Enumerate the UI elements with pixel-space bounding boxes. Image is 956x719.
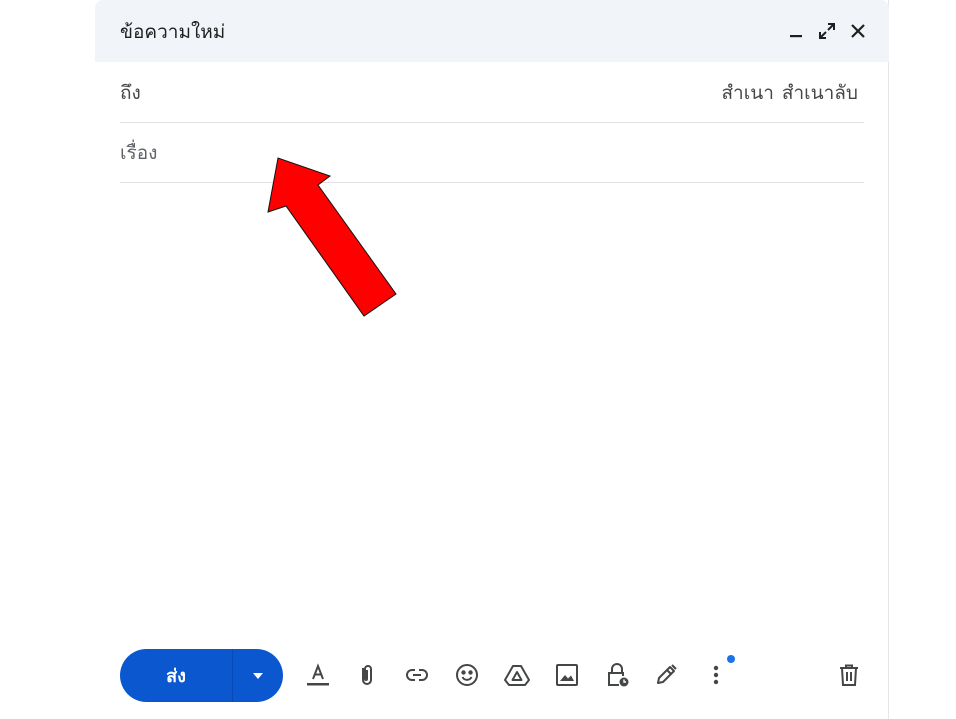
subject-placeholder: เรื่อง xyxy=(120,142,158,164)
bcc-link[interactable]: สำเนาลับ xyxy=(782,82,858,104)
cc-bcc-links: สำเนา สำเนาลับ xyxy=(713,80,858,106)
image-icon[interactable] xyxy=(552,660,582,690)
close-icon[interactable] xyxy=(847,20,869,42)
format-text-icon[interactable] xyxy=(303,660,333,690)
compose-window: ข้อความใหม่ ถึง สำเนา สำเนาลับ เรื่อง xyxy=(95,0,889,719)
send-button[interactable]: ส่ง xyxy=(120,649,232,702)
cc-link[interactable]: สำเนา xyxy=(721,82,773,104)
emoji-icon[interactable] xyxy=(452,660,482,690)
compose-header: ข้อความใหม่ xyxy=(95,0,889,62)
chevron-down-icon xyxy=(253,672,263,679)
trash-icon[interactable] xyxy=(834,660,864,690)
expand-icon[interactable] xyxy=(816,20,838,42)
link-icon[interactable] xyxy=(402,660,432,690)
send-options-button[interactable] xyxy=(233,649,283,702)
subject-field[interactable]: เรื่อง xyxy=(120,123,864,183)
to-label: ถึง xyxy=(120,82,141,104)
compose-title: ข้อความใหม่ xyxy=(120,21,226,43)
to-field[interactable]: ถึง สำเนา สำเนาลับ xyxy=(120,63,864,123)
confidential-icon[interactable] xyxy=(602,660,632,690)
attach-icon[interactable] xyxy=(352,660,382,690)
signature-icon[interactable] xyxy=(651,660,681,690)
notification-dot xyxy=(727,655,735,663)
more-options-icon[interactable] xyxy=(701,660,731,690)
send-button-group: ส่ง xyxy=(120,649,283,702)
message-body[interactable] xyxy=(120,184,864,634)
drive-icon[interactable] xyxy=(502,660,532,690)
minimize-icon[interactable] xyxy=(785,20,807,42)
